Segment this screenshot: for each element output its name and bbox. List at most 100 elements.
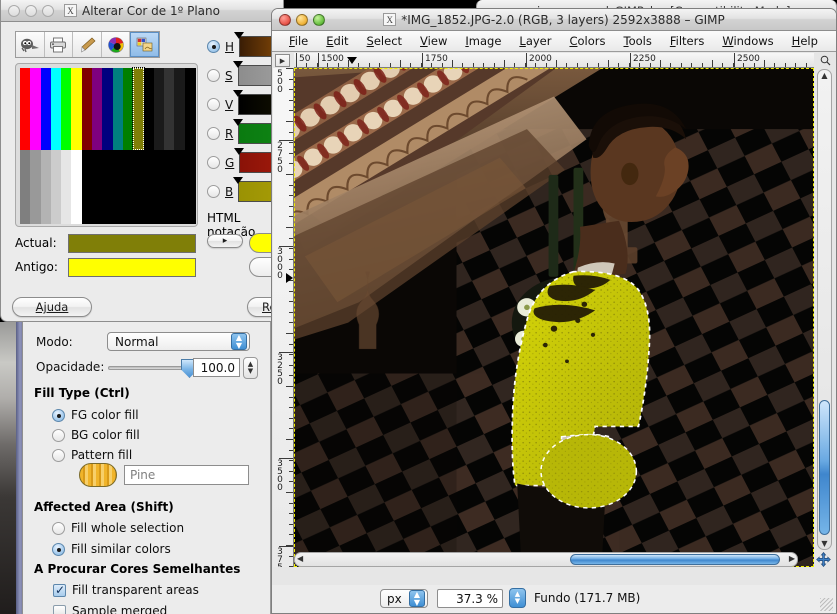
palette-swatch[interactable]	[71, 68, 82, 150]
find-similar-checkbox-1[interactable]: Sample merged	[53, 604, 167, 614]
palette-swatch[interactable]	[20, 68, 31, 150]
zoom-corner-icon[interactable]	[817, 53, 833, 67]
pattern-name[interactable]: Pine	[124, 465, 249, 485]
zoom-button[interactable]	[313, 14, 325, 26]
gimp-title-bar[interactable]: X *IMG_1852.JPG-2.0 (RGB, 3 layers) 2592…	[272, 9, 836, 31]
menu-help[interactable]: Help	[783, 32, 827, 50]
opacity-slider[interactable]	[108, 366, 188, 370]
channel-radio[interactable]	[207, 127, 220, 140]
horizontal-scrollbar[interactable]: ◀ ▶	[294, 552, 798, 567]
menu-edit[interactable]: Edit	[317, 32, 357, 50]
color-transfer-arrow-button[interactable]: ▸	[207, 234, 243, 248]
zoom-spinner[interactable]: ▲ ▼	[509, 588, 526, 608]
close-button[interactable]	[8, 5, 20, 17]
mode-combo[interactable]: Normal ▲▼	[107, 332, 250, 351]
scroll-left-arrow-icon[interactable]: ◀	[297, 554, 303, 563]
fill-type-option-1[interactable]: BG color fill	[52, 428, 140, 442]
menu-image[interactable]: Image	[456, 32, 510, 50]
palette-swatch[interactable]	[41, 150, 52, 224]
palette-swatch[interactable]	[185, 68, 196, 150]
affected-area-option-1[interactable]: Fill similar colors	[52, 542, 171, 556]
color-palette[interactable]	[20, 68, 193, 222]
gimp-window-controls[interactable]	[279, 14, 325, 26]
pattern-preview[interactable]	[79, 463, 117, 487]
color-palette-frame[interactable]	[15, 63, 198, 227]
minimize-button[interactable]	[25, 5, 37, 17]
palette-swatch[interactable]	[61, 150, 72, 224]
palette-swatch[interactable]	[82, 150, 196, 224]
wilber-icon[interactable]	[16, 32, 45, 57]
menu-filters[interactable]: Filters	[661, 32, 713, 50]
gimp-menu-bar[interactable]: FileEditSelectViewImageLayerColorsToolsF…	[272, 31, 836, 52]
menu-view[interactable]: View	[411, 32, 456, 50]
image-palette-icon[interactable]	[130, 32, 159, 57]
navigate-icon[interactable]	[815, 551, 832, 568]
palette-swatch[interactable]	[20, 150, 31, 224]
palette-swatch[interactable]	[113, 68, 124, 150]
menu-colors[interactable]: Colors	[560, 32, 614, 50]
affected-area-option-0[interactable]: Fill whole selection	[52, 521, 184, 535]
fill-type-option-2[interactable]: Pattern fill	[52, 448, 132, 462]
radio-button[interactable]	[52, 522, 65, 535]
palette-swatch[interactable]	[144, 68, 155, 150]
channel-radio[interactable]	[207, 185, 220, 198]
vertical-ruler[interactable]: 250027503000325035003750	[273, 68, 294, 567]
menu-tools[interactable]: Tools	[615, 32, 661, 50]
horizontal-scrollbar-thumb[interactable]	[570, 554, 780, 565]
menu-select[interactable]: Select	[358, 32, 412, 50]
scroll-right-arrow-icon[interactable]: ▶	[789, 554, 795, 563]
printer-icon[interactable]	[45, 32, 74, 57]
color-dialog-title-bar[interactable]: X Alterar Cor de 1º Plano	[1, 0, 283, 22]
palette-swatch[interactable]	[82, 68, 93, 150]
palette-swatch[interactable]	[41, 68, 52, 150]
zoom-button[interactable]	[42, 5, 54, 17]
color-wheel-icon[interactable]	[102, 32, 131, 57]
vertical-scrollbar[interactable]: ▲ ▼	[817, 69, 832, 550]
palette-swatch[interactable]	[92, 68, 103, 150]
menu-file[interactable]: File	[280, 32, 317, 50]
checkbox[interactable]	[53, 605, 66, 614]
current-color-swatch[interactable]	[68, 234, 196, 253]
menu-windows[interactable]: Windows	[713, 32, 782, 50]
color-dialog-toolbar[interactable]	[15, 31, 160, 58]
zoom-value[interactable]: 37.3 %	[437, 589, 503, 608]
palette-swatch[interactable]	[164, 68, 175, 150]
minimize-button[interactable]	[296, 14, 308, 26]
palette-swatch[interactable]	[133, 68, 144, 150]
old-color-swatch[interactable]	[68, 258, 196, 277]
channel-radio[interactable]	[207, 40, 220, 53]
palette-swatch[interactable]	[154, 68, 165, 150]
menu-layer[interactable]: Layer	[510, 32, 560, 50]
opacity-spinner[interactable]: ▲ ▼	[243, 357, 258, 379]
channel-radio[interactable]	[207, 69, 220, 82]
channel-radio[interactable]	[207, 156, 220, 169]
ruler-origin-icon[interactable]: ▶	[275, 54, 290, 67]
paintbrush-icon[interactable]	[73, 32, 102, 57]
scroll-up-arrow-icon[interactable]: ▲	[818, 71, 831, 80]
radio-button[interactable]	[52, 409, 65, 422]
radio-button[interactable]	[52, 543, 65, 556]
vertical-scrollbar-thumb[interactable]	[819, 400, 830, 535]
find-similar-checkbox-0[interactable]: Fill transparent areas	[53, 583, 199, 597]
palette-swatch[interactable]	[61, 68, 72, 150]
radio-button[interactable]	[52, 429, 65, 442]
scroll-down-arrow-icon[interactable]: ▼	[818, 539, 831, 548]
horizontal-ruler[interactable]: 5015001750200022502500	[294, 53, 814, 68]
resize-grip[interactable]	[820, 598, 833, 611]
unit-combo[interactable]: px ▲▼	[380, 589, 428, 608]
palette-swatch[interactable]	[30, 68, 41, 150]
palette-swatch[interactable]	[51, 150, 62, 224]
radio-button[interactable]	[52, 449, 65, 462]
palette-swatch[interactable]	[30, 150, 41, 224]
palette-swatch[interactable]	[123, 68, 134, 150]
palette-swatch[interactable]	[102, 68, 113, 150]
color-dialog-window-controls[interactable]	[8, 5, 54, 17]
image-canvas[interactable]	[294, 68, 814, 567]
help-button[interactable]: Ajuda	[12, 297, 92, 317]
channel-radio[interactable]	[207, 98, 220, 111]
fill-type-option-0[interactable]: FG color fill	[52, 408, 139, 422]
opacity-value[interactable]: 100.0	[193, 358, 240, 377]
checkbox[interactable]	[53, 584, 66, 597]
palette-swatch[interactable]	[174, 68, 185, 150]
close-button[interactable]	[279, 14, 291, 26]
